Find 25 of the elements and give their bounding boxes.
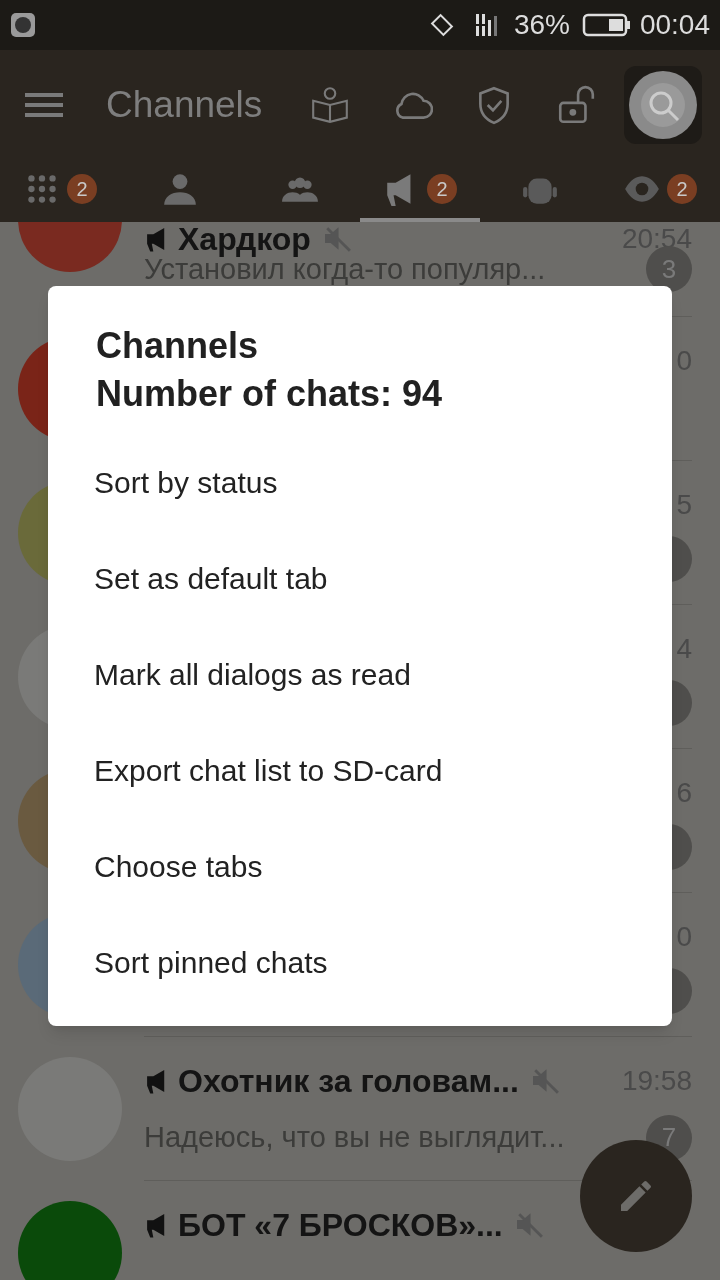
- clock: 00:04: [639, 8, 710, 42]
- menu-item[interactable]: Mark all dialogs as read: [48, 626, 672, 722]
- toolbar-title: Channels: [106, 83, 264, 128]
- dialog-title: Channels: [95, 324, 260, 368]
- menu-item[interactable]: Set as default tab: [48, 530, 672, 626]
- battery-percentage: 36%: [513, 8, 570, 42]
- menu-icon: [25, 91, 63, 119]
- tab[interactable]: 2: [0, 160, 120, 222]
- app-notification-icon: [10, 12, 36, 38]
- search-button[interactable]: [624, 66, 702, 144]
- menu-item[interactable]: Sort by status: [48, 434, 672, 530]
- unread-badge: 2: [667, 174, 697, 204]
- battery-icon: [581, 12, 632, 38]
- search-icon: [627, 69, 699, 141]
- tab[interactable]: 2: [600, 160, 720, 222]
- chat-name: Охотник за головам...: [178, 1061, 519, 1101]
- unread-badge: 2: [67, 174, 97, 204]
- chat-name: БОТ «7 БРОСКОВ»...: [178, 1205, 503, 1245]
- unread-badge: 2: [427, 174, 457, 204]
- tab[interactable]: 2: [360, 160, 480, 222]
- menu-item[interactable]: Export chat list to SD-card: [48, 722, 672, 818]
- menu-item[interactable]: Sort pinned chats: [48, 914, 672, 1010]
- book-icon: [309, 84, 351, 126]
- menu-item[interactable]: Choose tabs: [48, 818, 672, 914]
- dialog-subtitle: Number of chats: 94: [95, 372, 444, 416]
